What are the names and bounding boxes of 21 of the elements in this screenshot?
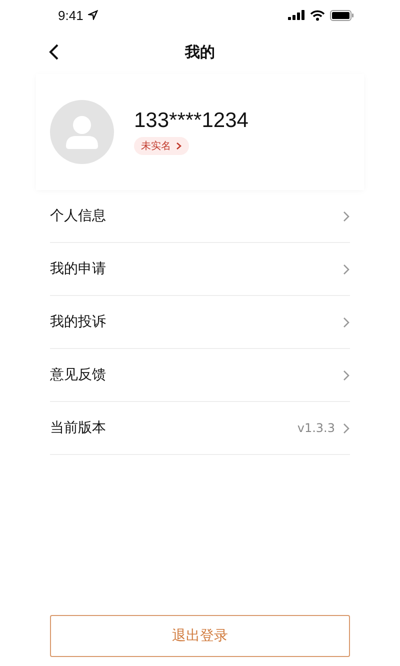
battery-icon (330, 10, 354, 20)
verification-badge[interactable]: 未实名 (134, 137, 189, 155)
menu-item[interactable]: 我的申请 (50, 243, 350, 296)
back-icon[interactable] (49, 44, 59, 60)
wifi-icon (310, 10, 325, 20)
menu-item[interactable]: 当前版本 v1.3.3 (50, 402, 350, 455)
phone-number: 133****1234 (134, 109, 248, 133)
page-title: 我的 (185, 42, 215, 62)
menu-item[interactable]: 我的投诉 (50, 296, 350, 349)
status-time: 9:41 (58, 8, 84, 22)
menu-item[interactable]: 意见反馈 (50, 349, 350, 402)
signal-icon (288, 10, 305, 20)
chevron-right-icon (343, 422, 350, 434)
chevron-right-icon (343, 316, 350, 328)
avatar-icon (50, 100, 114, 164)
chevron-right-icon (343, 264, 350, 274)
chevron-right-icon (343, 370, 350, 380)
location-icon (88, 10, 98, 20)
chevron-right-icon (176, 142, 182, 150)
chevron-right-icon (343, 210, 350, 222)
menu-item[interactable]: 个人信息 (50, 190, 350, 243)
